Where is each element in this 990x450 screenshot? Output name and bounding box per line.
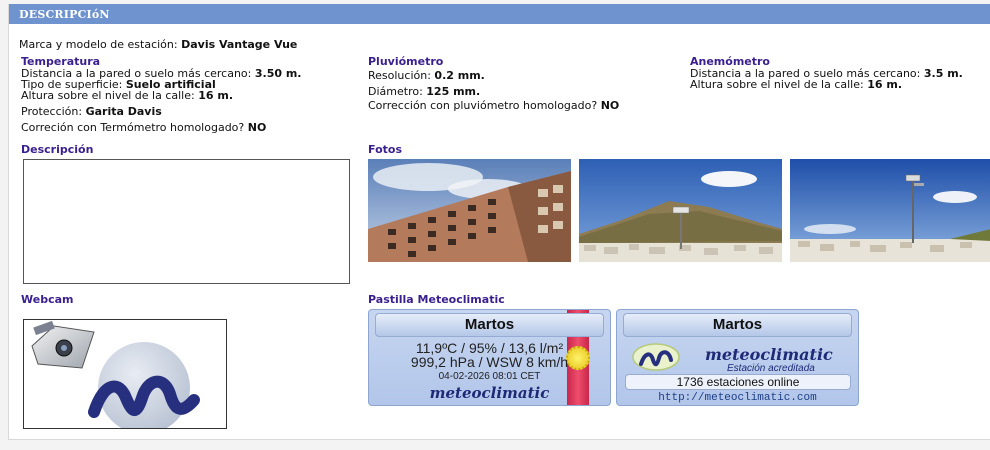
photo-3[interactable] [790,159,990,262]
badge-brand-logo: meteoclimatic [429,384,550,402]
station-model-value: Davis Vantage Vue [181,38,298,51]
temperatura-correction-value: NO [247,121,267,134]
pluviometro-resolution-label: Resolución: [368,69,431,82]
temperatura-height-line: Altura sobre el nivel de la calle: 16 m. [21,90,233,102]
anemometro-height-label: Altura sobre el nivel de la calle: [690,78,864,91]
badge-pressure-wind: 999,2 hPa / WSW 8 km/h [410,354,569,370]
temperatura-protection-value: Garita Davis [85,105,162,118]
fotos-heading: Fotos [368,143,402,156]
temperatura-height-value: 16 m. [198,89,233,102]
temperatura-correction-label: Correción con Termómetro homologado? [21,121,245,134]
pluviometro-correction-line: Corrección con pluviómetro homologado? N… [368,100,619,112]
meteoclimatic-badge-current[interactable]: Martos 11,9ºC / 95% / 13,6 l/m² 999,2 hP… [368,309,611,406]
webcam-heading: Webcam [21,293,74,306]
meteoclimatic-badge-accredited[interactable]: Martos meteoclimatic Estación acreditada… [616,309,859,406]
descripcion-heading: Descripción [21,143,94,156]
meteoclimatic-logo-icon [632,343,680,371]
badge2-online-count: 1736 estaciones online [625,374,851,390]
station-description-panel: DESCRIPCIóN Marca y modelo de estación: … [8,4,990,440]
anemometro-distance-value: 3.5 m. [923,67,963,80]
badge2-brand-logo: meteoclimatic [705,345,833,364]
pluviometro-correction-label: Corrección con pluviómetro homologado? [368,99,598,112]
pluviometro-correction-value: NO [600,99,620,112]
photo-1[interactable] [368,159,571,262]
station-model-line: Marca y modelo de estación: Davis Vantag… [19,39,297,51]
pastilla-heading: Pastilla Meteoclimatic [368,293,505,306]
pluviometro-diameter-line: Diámetro: 125 mm. [368,86,480,98]
pluviometro-resolution-line: Resolución: 0.2 mm. [368,70,485,82]
badge2-url[interactable]: http://meteoclimatic.com [617,392,858,404]
temperatura-protection-line: Protección: Garita Davis [21,106,162,118]
temperatura-protection-label: Protección: [21,105,83,118]
pluviometro-heading: Pluviómetro [368,55,444,68]
anemometro-height-value: 16 m. [867,78,902,91]
station-model-label: Marca y modelo de estación: [19,38,178,51]
anemometro-height-line: Altura sobre el nivel de la calle: 16 m. [690,79,902,91]
temperatura-distance-value: 3.50 m. [254,67,302,80]
pluviometro-diameter-label: Diámetro: [368,85,423,98]
section-header-bar: DESCRIPCIóN [9,4,990,24]
temperatura-height-label: Altura sobre el nivel de la calle: [21,89,195,102]
webcam-image[interactable] [23,319,227,429]
badge-station-name: Martos [375,313,604,337]
temperatura-correction-line: Correción con Termómetro homologado? NO [21,122,266,134]
description-box [23,159,350,284]
photo-2[interactable] [579,159,782,262]
badge-timestamp: 04-02-2026 08:01 CET [438,371,541,382]
badge2-station-name: Martos [623,313,852,337]
pluviometro-diameter-value: 125 mm. [426,85,481,98]
section-title: DESCRIPCIóN [19,8,110,21]
pluviometro-resolution-value: 0.2 mm. [434,69,485,82]
